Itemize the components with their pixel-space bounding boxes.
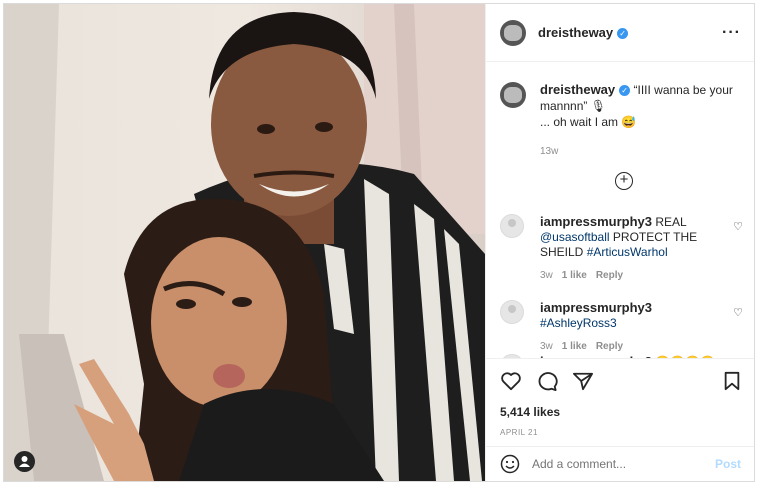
author-name-row: dreistheway ✓ [538,24,629,42]
heart-outline-icon[interactable]: ♡ [733,306,743,319]
comment-body: REAL [655,215,687,229]
page: dreistheway ✓ ··· dreistheway ✓ “IIII wann… [0,0,768,485]
person-glyph [19,456,30,467]
likes-count[interactable]: 5,414 likes [500,405,560,419]
reply-button[interactable]: Reply [596,341,623,352]
bookmark-icon[interactable] [723,371,741,391]
commenter-avatar[interactable] [500,214,524,238]
caption-time[interactable]: 13w [540,144,740,160]
more-horizontal-icon[interactable]: ··· [722,24,741,42]
author-avatar[interactable] [500,19,526,46]
comment-likes[interactable]: 1 like [562,341,587,352]
share-icon[interactable] [572,371,594,391]
commenter-username[interactable]: iampressmurphy3 [540,214,652,229]
comments-list[interactable]: dreistheway ✓ “IIII wanna be your mannnn”… [486,62,754,358]
verified-badge-icon: ✓ [619,85,631,96]
instagram-post: dreistheway ✓ ··· dreistheway ✓ “IIII wann… [3,3,755,482]
heart-icon[interactable] [500,371,522,391]
load-more-comments-icon[interactable]: + [615,172,633,190]
caption-username[interactable]: dreistheway [540,82,615,97]
post-comment-button[interactable]: Post [715,457,741,471]
heart-outline-icon[interactable]: ♡ [733,220,743,233]
comment-likes[interactable]: 1 like [562,270,587,281]
comment-meta: 3w 1 like Reply [540,339,730,354]
post-side-panel: dreistheway ✓ ··· dreistheway ✓ “IIII wann… [485,4,754,481]
caption-avatar[interactable] [500,82,526,108]
comment-icon[interactable] [536,371,558,391]
mention-link[interactable]: @usasoftball [540,230,610,244]
hashtag-link[interactable]: #AshleyRoss3 [540,316,617,330]
hashtag-link[interactable]: #ArticusWarhol [587,245,668,259]
action-icons [500,371,594,391]
post-header: dreistheway ✓ ··· [486,4,754,62]
caption-text: dreistheway ✓ “IIII wanna be your mannnn”… [540,82,740,160]
comment-text: iampressmurphy3 #AshleyRoss3 3w 1 like Rep… [540,300,730,354]
emoji-icon[interactable] [500,454,520,474]
comment-meta: 3w 1 like Reply [540,268,730,283]
caption-line-2: ... oh wait I am 😅 [540,115,637,129]
comment-text: iampressmurphy3 REAL @usasoftball PROTEC… [540,214,730,283]
post-photo-image [4,4,485,481]
author-username[interactable]: dreistheway [538,25,613,40]
post-actions: 5,414 likes APRIL 21 [486,358,754,446]
verified-badge-icon: ✓ [617,27,629,39]
comment-time[interactable]: 3w [540,341,553,352]
add-comment-input[interactable] [532,457,702,471]
post-photo[interactable] [4,4,485,481]
commenter-username[interactable]: iampressmurphy3 [540,300,652,315]
commenter-avatar[interactable] [500,300,524,324]
tagged-user-icon[interactable] [14,451,35,472]
post-date[interactable]: APRIL 21 [500,428,538,437]
reply-button[interactable]: Reply [596,270,623,281]
add-comment-bar: Post [486,446,754,481]
comment-time[interactable]: 3w [540,270,553,281]
